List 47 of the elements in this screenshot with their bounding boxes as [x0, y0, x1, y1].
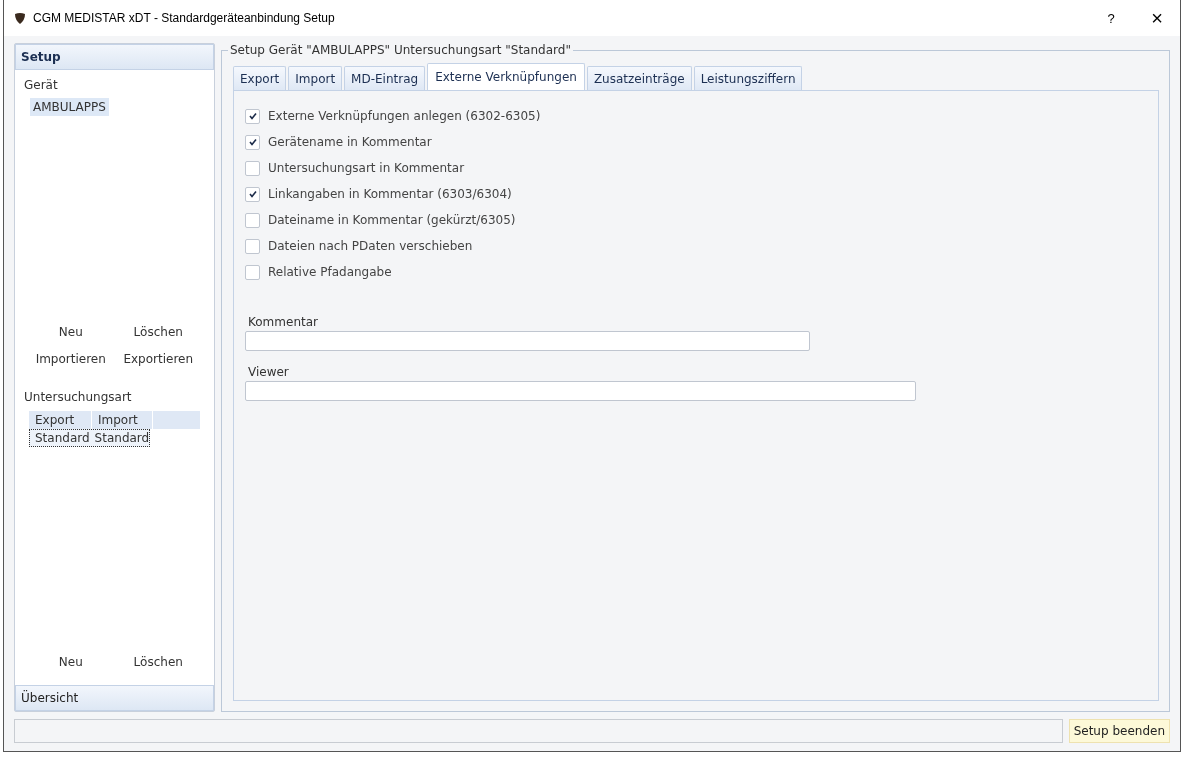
- section-label: Untersuchungsart: [23, 388, 133, 406]
- action-button[interactable]: Exportieren: [123, 351, 194, 366]
- checkbox-label: Dateiname in Kommentar (gekürzt/6305): [268, 213, 516, 227]
- finish-button[interactable]: Setup beenden: [1068, 719, 1170, 743]
- close-button[interactable]: ×: [1134, 1, 1180, 35]
- overview-header[interactable]: Übersicht: [15, 685, 214, 711]
- tab[interactable]: MD-Eintrag: [344, 66, 426, 90]
- checkbox[interactable]: [245, 212, 260, 228]
- tab[interactable]: Zusatzeinträge: [586, 66, 692, 90]
- shield-icon: [14, 12, 26, 24]
- help-button[interactable]: ?: [1088, 1, 1134, 35]
- column-header: Export: [29, 410, 92, 429]
- checkbox[interactable]: [245, 264, 260, 280]
- tab[interactable]: Export: [233, 66, 287, 90]
- checkbox-label: Linkangaben in Kommentar (6303/6304): [268, 187, 512, 201]
- sidebar-header[interactable]: Setup: [15, 44, 214, 70]
- tab[interactable]: Leistungsziffern: [693, 66, 803, 90]
- checkbox-label: Gerätename in Kommentar: [268, 135, 432, 149]
- column-header: Import: [92, 410, 153, 429]
- check-icon: [247, 189, 258, 199]
- action-button[interactable]: Neu: [58, 324, 83, 339]
- field-label: Kommentar: [248, 315, 319, 331]
- window-title: CGM MEDISTAR xDT - Standardgeräteanbindung Setup: [33, 11, 335, 25]
- checkbox[interactable]: [245, 160, 260, 176]
- tab[interactable]: Externe Verknüpfungen: [427, 63, 585, 90]
- action-button[interactable]: Löschen: [133, 324, 183, 339]
- action-button[interactable]: Löschen: [133, 655, 183, 669]
- checkbox-label: Untersuchungsart in Kommentar: [268, 161, 465, 175]
- checkbox-label: Externe Verknüpfungen anlegen (6302-6305): [268, 109, 541, 123]
- group-title: Setup Gerät "AMBULAPPS" Untersuchungsart "Standard": [228, 43, 573, 57]
- action-button[interactable]: Importieren: [35, 351, 106, 366]
- device-item[interactable]: AMBULAPPS: [30, 98, 109, 116]
- checkbox[interactable]: [245, 238, 260, 254]
- checkbox-label: Dateien nach PDaten verschieben: [268, 239, 473, 253]
- tab[interactable]: Import: [288, 66, 343, 90]
- checkbox-label: Relative Pfadangabe: [268, 265, 392, 279]
- input-field[interactable]: [245, 331, 810, 351]
- input-field[interactable]: [245, 381, 916, 401]
- check-icon: [247, 111, 258, 121]
- checkbox[interactable]: [245, 186, 260, 202]
- field-label: Viewer: [248, 365, 290, 381]
- section-label: Gerät: [23, 77, 59, 94]
- action-button[interactable]: Neu: [58, 655, 83, 669]
- check-icon: [247, 137, 258, 147]
- checkbox[interactable]: [245, 134, 260, 150]
- column-header-filler: [153, 410, 200, 429]
- checkbox[interactable]: [245, 108, 260, 124]
